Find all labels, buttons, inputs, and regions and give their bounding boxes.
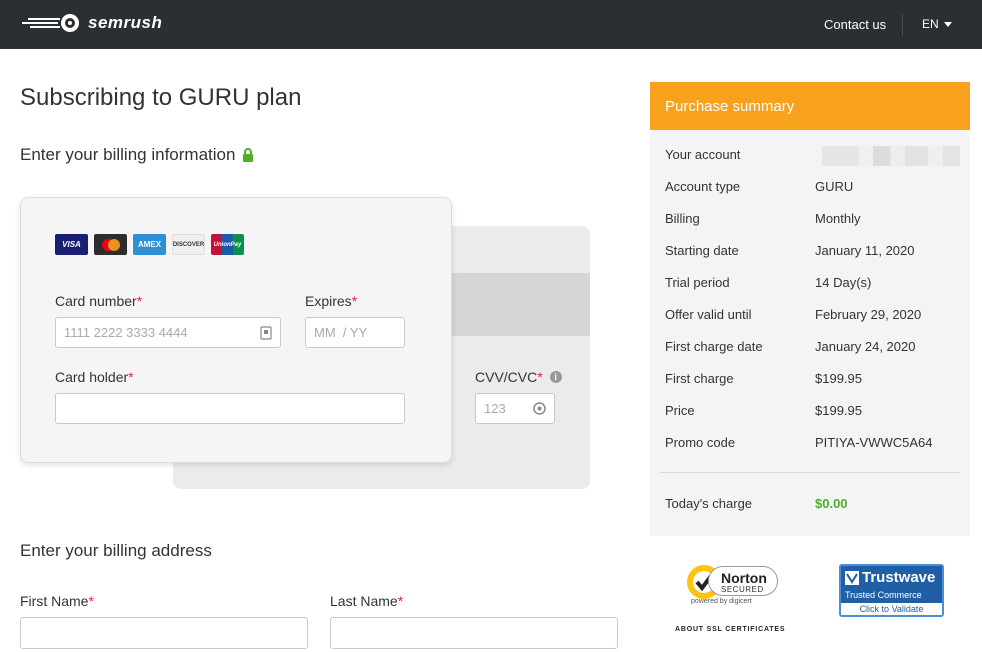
summary-label-price: Price [665,403,695,418]
trustwave-validate-link[interactable]: Click to Validate [841,603,942,615]
summary-value-starting-date: January 11, 2020 [815,243,915,258]
summary-label-offer-valid: Offer valid until [665,307,752,322]
summary-value-billing: Monthly [815,211,861,226]
required-mark: * [88,593,94,609]
summary-label-trial-period: Trial period [665,275,730,290]
semrush-logo[interactable]: semrush [20,13,162,33]
first-name-label-text: First Name [20,593,89,609]
first-name-input[interactable] [20,617,308,649]
language-selector[interactable]: EN [922,17,952,31]
norton-label-box: Norton SECURED [708,566,778,596]
summary-value-first-charge: $199.95 [815,371,862,386]
norton-secured-badge[interactable]: Norton SECURED powered by digicert [676,558,786,618]
header-divider [902,14,903,36]
card-number-input[interactable]: 1111 2222 3333 4444 [55,317,281,348]
summary-value-offer-valid: February 29, 2020 [815,307,922,322]
last-name-input[interactable] [330,617,618,649]
summary-divider [660,472,960,473]
trustwave-title-row: Trustwave [845,569,935,586]
first-name-label: First Name* [20,593,94,609]
norton-powered-by: powered by digicert [691,598,752,605]
required-mark: * [136,293,143,309]
page-title: Subscribing to GURU plan [20,84,302,111]
trustwave-badge[interactable]: Trustwave Trusted Commerce Click to Vali… [839,564,944,617]
trustwave-title: Trustwave [862,569,936,586]
summary-label-account-type: Account type [665,179,741,194]
billing-address-title: Enter your billing address [20,541,212,560]
norton-subtitle: SECURED [721,585,764,594]
trustwave-logo-icon [845,570,859,585]
brand-name: semrush [88,13,163,32]
expires-label: Expires* [305,293,357,309]
purchase-summary-header: Purchase summary [650,82,970,130]
cvv-placeholder: 123 [484,401,506,416]
mastercard-icon [94,234,127,255]
card-scan-icon [260,325,272,340]
card-holder-label: Card holder* [55,369,134,385]
card-brands: VISA AMEX DISCOVER UnionPay [55,234,244,255]
required-mark: * [128,369,134,385]
contact-us-link[interactable]: Contact us [824,17,886,32]
card-holder-label-text: Card holder [55,369,129,385]
expires-placeholder: MM / YY [314,325,368,340]
summary-label-account: Your account [665,147,741,162]
required-mark: * [397,593,404,609]
visa-icon: VISA [55,234,88,255]
summary-label-first-charge: First charge [665,371,734,386]
cvv-hint-icon [533,402,546,415]
last-name-label: Last Name* [330,593,403,609]
discover-icon: DISCOVER [172,234,205,255]
summary-label-first-charge-date: First charge date [665,339,763,354]
trustwave-subtitle: Trusted Commerce [845,590,922,600]
card-front: VISA AMEX DISCOVER UnionPay Card number*… [20,197,452,463]
purchase-summary-title: Purchase summary [665,97,795,115]
cvv-label-text: CVV/CVC [475,369,538,385]
semrush-flame-icon [22,14,79,32]
unionpay-icon: UnionPay [211,234,244,255]
card-number-label: Card number* [55,293,142,309]
billing-info-title: Enter your billing information [20,145,236,164]
summary-label-billing: Billing [665,211,700,226]
todays-charge-value: $0.00 [815,496,848,511]
summary-value-account-type: GURU [815,179,854,194]
card-holder-input[interactable] [55,393,405,424]
info-icon[interactable]: i [549,371,562,383]
last-name-label-text: Last Name [330,593,398,609]
expires-label-text: Expires [305,293,352,309]
summary-value-price: $199.95 [815,403,862,418]
required-mark: * [351,293,358,309]
summary-label-promo-code: Promo code [665,435,736,450]
required-mark: * [537,369,543,385]
chevron-down-icon [943,22,952,27]
todays-charge-label: Today's charge [665,496,753,511]
billing-info-heading: Enter your billing information [20,145,254,165]
cvv-input[interactable]: 123 [475,393,555,424]
summary-value-first-charge-date: January 24, 2020 [815,339,916,354]
cvv-label: CVV/CVC * i [475,369,562,385]
top-bar: semrush Contact us EN [0,0,982,49]
about-ssl-link[interactable]: ABOUT SSL CERTIFICATES [675,626,785,633]
norton-title: Norton [721,570,767,586]
card-number-placeholder: 1111 2222 3333 4444 [64,325,188,340]
summary-value-promo-code: PITIYA-VWWC5A64 [815,435,933,450]
lock-icon [242,148,254,162]
summary-label-starting-date: Starting date [665,243,739,258]
expires-input[interactable]: MM / YY [305,317,405,348]
language-label: EN [922,17,939,31]
summary-value-trial-period: 14 Day(s) [815,275,872,290]
purchase-summary-panel: Your account Account type GURU Billing M… [650,130,970,536]
amex-icon: AMEX [133,234,166,255]
card-number-label-text: Card number [55,293,137,309]
account-email-redacted [815,146,960,166]
